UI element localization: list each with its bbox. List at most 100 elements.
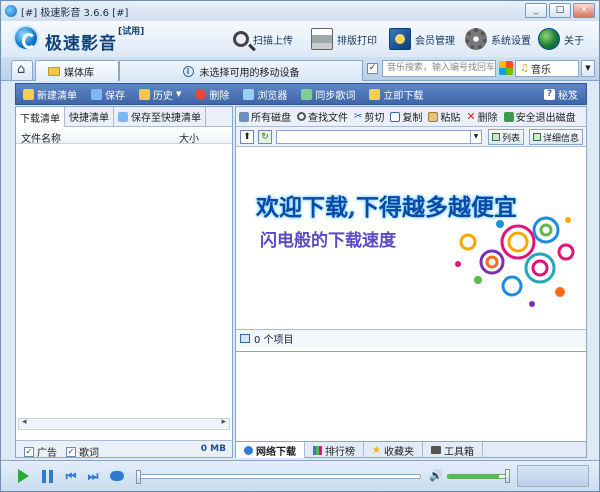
maximize-button[interactable]: □ bbox=[549, 3, 571, 18]
refresh-icon[interactable]: ↻ bbox=[258, 130, 272, 144]
member-icon bbox=[389, 28, 411, 50]
search-option-checkbox[interactable]: ✓ bbox=[367, 63, 378, 74]
paste-button[interactable]: 粘贴 bbox=[425, 109, 463, 124]
list-footer: ✓ 广告 ✓ 歌词 0 MB bbox=[16, 440, 232, 459]
horizontal-scrollbar[interactable] bbox=[18, 417, 230, 430]
pause-button[interactable] bbox=[37, 466, 57, 486]
ranking-icon bbox=[313, 445, 322, 455]
detail-view-icon bbox=[533, 133, 541, 141]
about-label: 关于 bbox=[564, 35, 584, 47]
volume-knob[interactable] bbox=[505, 469, 510, 483]
settings-label: 系统设置 bbox=[491, 35, 531, 47]
path-dropdown-icon[interactable]: ▼ bbox=[470, 131, 481, 143]
settings-button[interactable]: 系统设置 bbox=[465, 26, 531, 52]
lyrics-label: 歌词 bbox=[79, 448, 99, 459]
music-search-input[interactable]: 音乐搜索，输入编号找回车 bbox=[382, 60, 496, 77]
volume-slider[interactable] bbox=[447, 474, 509, 479]
search-icon bbox=[297, 112, 306, 121]
view-list-button[interactable]: 列表 bbox=[488, 129, 525, 145]
column-file-name[interactable]: 文件名称 bbox=[21, 130, 61, 145]
secret-button[interactable]: ? 秘笈 bbox=[544, 87, 586, 102]
title-bar[interactable]: [#] 极速影音 3.6.6 [#] _ □ × bbox=[1, 1, 599, 21]
tab-favorites[interactable]: ★ 收藏夹 bbox=[364, 442, 423, 458]
save-button[interactable]: 保存 bbox=[84, 83, 132, 105]
about-button[interactable]: 关于 bbox=[538, 26, 584, 52]
trial-badge: [试用] bbox=[118, 27, 145, 37]
cut-button[interactable]: ✂ 剪切 bbox=[351, 109, 387, 124]
magnifier-icon bbox=[233, 31, 249, 47]
ad-toggle[interactable]: ✓ 广告 bbox=[24, 444, 57, 459]
delete-x-icon: ✕ bbox=[466, 110, 476, 123]
promo-banner[interactable]: 欢迎下载,下得越多越便宜 闪电般的下载速度 bbox=[236, 148, 586, 329]
player-ad-slot[interactable] bbox=[517, 465, 589, 487]
member-label: 会员管理 bbox=[415, 35, 455, 47]
tab-media-library-label: 媒体库 bbox=[64, 67, 94, 79]
view-list-label: 列表 bbox=[502, 133, 521, 144]
save-to-quick-list-button[interactable]: 保存至快捷清单 bbox=[114, 107, 206, 126]
close-button[interactable]: × bbox=[573, 3, 595, 18]
member-button[interactable]: 会员管理 bbox=[389, 26, 455, 52]
column-size[interactable]: 大小 bbox=[179, 130, 199, 145]
tab-toolbox[interactable]: 工具箱 bbox=[423, 442, 483, 458]
previous-button[interactable]: ⏮ bbox=[61, 466, 81, 486]
playback-progress-slider[interactable] bbox=[136, 470, 421, 484]
remove-button[interactable]: ✕ 删除 bbox=[463, 109, 500, 124]
next-button[interactable]: ⏭ bbox=[83, 466, 103, 486]
next-icon: ⏭ bbox=[87, 468, 99, 483]
music-category-select[interactable]: ♫ 音乐 bbox=[515, 60, 579, 77]
path-bar: ⬆ ↻ ▼ 列表 详细信息 bbox=[236, 127, 586, 147]
chevron-down-icon[interactable]: ▼ bbox=[581, 60, 595, 77]
new-list-button[interactable]: 新建清单 bbox=[16, 83, 84, 105]
view-detail-label: 详细信息 bbox=[543, 133, 580, 144]
app-window: [#] 极速影音 3.6.6 [#] _ □ × 极速影音 [试用] 扫描上传 … bbox=[0, 0, 600, 492]
lyrics-toggle[interactable]: ✓ 歌词 bbox=[66, 444, 99, 459]
delete-button[interactable]: 删除 bbox=[188, 83, 236, 105]
delete-label: 删除 bbox=[209, 90, 230, 102]
browser-button[interactable]: 浏览器 bbox=[236, 83, 294, 105]
volume-fill bbox=[448, 475, 499, 478]
find-file-label: 查找文件 bbox=[308, 113, 348, 124]
cloud-icon bbox=[108, 469, 126, 483]
lyrics-checkbox[interactable]: ✓ bbox=[66, 446, 76, 457]
download-now-button[interactable]: 立即下载 bbox=[362, 83, 430, 105]
copy-button[interactable]: 复制 bbox=[387, 109, 425, 124]
up-folder-icon[interactable]: ⬆ bbox=[240, 130, 254, 144]
tab-media-library[interactable]: 媒体库 bbox=[35, 60, 119, 81]
tab-network-download[interactable]: 网络下载 bbox=[236, 442, 305, 458]
tab-favorites-label: 收藏夹 bbox=[383, 446, 414, 458]
progress-knob[interactable] bbox=[136, 470, 141, 484]
toolbox-icon bbox=[430, 446, 441, 454]
cloud-button[interactable] bbox=[107, 466, 127, 486]
tab-toolbox-label: 工具箱 bbox=[443, 446, 474, 458]
windows-icon[interactable] bbox=[499, 61, 513, 75]
eject-disk-button[interactable]: 安全退出磁盘 bbox=[501, 109, 579, 124]
sync-lyrics-button[interactable]: 同步歌词 bbox=[294, 83, 362, 105]
disk-toolbar: 所有磁盘 查找文件 ✂ 剪切 复制 粘贴 ✕ 删除 安全退出磁盘 bbox=[236, 107, 586, 127]
device-notice-label: 未选择可用的移动设备 bbox=[199, 67, 300, 79]
home-tab[interactable] bbox=[11, 60, 33, 80]
copy-label: 复制 bbox=[402, 113, 423, 124]
disk-icon bbox=[239, 111, 249, 122]
path-input[interactable] bbox=[276, 130, 482, 144]
items-icon bbox=[240, 334, 250, 343]
find-file-button[interactable]: 查找文件 bbox=[294, 109, 351, 124]
tab-download-list[interactable]: 下载清单 bbox=[16, 107, 65, 127]
music-category-label: 音乐 bbox=[530, 65, 551, 76]
tab-quick-list[interactable]: 快捷清单 bbox=[65, 107, 114, 126]
layout-print-button[interactable]: 排版打印 bbox=[311, 26, 377, 52]
history-button[interactable]: 历史 ▼ bbox=[132, 83, 188, 105]
save-icon bbox=[91, 88, 102, 100]
browser-label: 浏览器 bbox=[257, 90, 288, 102]
view-detail-button[interactable]: 详细信息 bbox=[529, 129, 584, 145]
minimize-button[interactable]: _ bbox=[525, 3, 547, 18]
ad-checkbox[interactable]: ✓ bbox=[24, 446, 34, 457]
save-quick-icon bbox=[118, 111, 128, 122]
speaker-icon[interactable]: 🔊 bbox=[429, 469, 443, 482]
scan-upload-button[interactable]: 扫描上传 bbox=[233, 26, 293, 52]
play-button[interactable] bbox=[13, 466, 33, 486]
tab-ranking[interactable]: 排行榜 bbox=[305, 442, 364, 458]
all-disks-button[interactable]: 所有磁盘 bbox=[236, 109, 294, 124]
all-disks-label: 所有磁盘 bbox=[251, 113, 291, 124]
main-toolbar: 新建清单 保存 历史 ▼ 删除 浏览器 同步歌词 立即下载 ? 秘笈 bbox=[15, 83, 587, 105]
help-icon: ? bbox=[544, 88, 555, 100]
